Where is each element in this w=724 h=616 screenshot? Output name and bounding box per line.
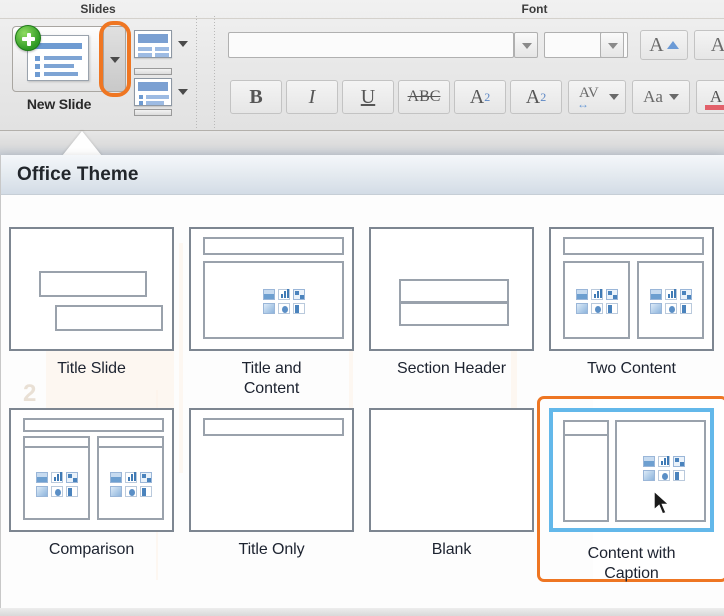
strikethrough-button[interactable]: ABC [398, 80, 450, 114]
layout-placeholder [23, 418, 164, 432]
new-slide-dropdown-button[interactable] [104, 26, 126, 92]
layout-label: Section Header [397, 360, 506, 377]
layout-thumbnail[interactable] [9, 227, 174, 351]
ribbon-toolbar: Slides Font New Slide A A B I U ABC A 2 … [0, 0, 724, 131]
layout-placeholder [203, 237, 344, 255]
gallery-header: Office Theme [1, 155, 724, 195]
layout-label: Title Slide [57, 360, 126, 377]
content-placeholder-icon [643, 456, 685, 482]
popup-pointer-arrow [62, 131, 102, 156]
mouse-pointer-icon [653, 490, 671, 515]
grow-font-label: A [649, 33, 664, 56]
ribbon-group-title-font: Font [521, 2, 548, 16]
layout-thumbnail[interactable] [369, 227, 534, 351]
triangle-up-icon [666, 41, 679, 49]
bold-button[interactable]: B [230, 80, 282, 114]
chevron-down-icon [609, 94, 619, 100]
content-placeholder-icon [263, 289, 305, 315]
new-slide-button[interactable] [12, 25, 104, 92]
shrink-font-button[interactable]: A [694, 30, 724, 60]
subscript-exponent: 2 [540, 89, 547, 104]
character-spacing-icon: AV ↔ [577, 85, 599, 111]
layout-thumbnail[interactable] [189, 408, 354, 532]
superscript-button[interactable]: A2 [454, 80, 506, 114]
theme-bottom-bar [134, 109, 172, 116]
italic-button[interactable]: I [286, 80, 338, 114]
layout-gallery-grid: 2 Title Slide Title and Content Section Hea… [1, 195, 724, 615]
font-color-label: A [709, 87, 723, 106]
gallery-header-title: Office Theme [17, 164, 139, 185]
layout-dropdown-button[interactable] [178, 41, 188, 47]
change-case-button[interactable]: Aa [632, 80, 690, 114]
underline-label: U [360, 85, 376, 108]
group-separator [214, 16, 215, 128]
grow-font-button[interactable]: A [640, 30, 688, 60]
ribbon-group-title-slides: Slides [80, 2, 116, 16]
layout-placeholder [399, 302, 509, 326]
background-bleed [179, 243, 183, 473]
chevron-down-icon [668, 94, 679, 100]
layout-thumbnail[interactable] [549, 408, 714, 532]
content-placeholder-icon [36, 472, 78, 498]
content-placeholder-icon [650, 289, 692, 315]
layout-placeholder [399, 279, 509, 303]
slide-theme-button[interactable] [134, 78, 172, 106]
character-spacing-button[interactable]: AV ↔ [568, 80, 626, 114]
layout-label: Comparison [48, 541, 135, 558]
superscript-exponent: 2 [484, 89, 491, 104]
plus-badge-icon [15, 25, 41, 51]
font-color-swatch [705, 105, 724, 110]
ghost-slide-number: 2 [23, 380, 37, 407]
layout-label: Title and Content [241, 360, 302, 397]
chevron-down-icon [110, 57, 120, 63]
window-bottom-edge [0, 608, 724, 616]
layout-placeholder [563, 237, 704, 255]
slide-layout-button[interactable] [134, 30, 172, 58]
content-placeholder-icon [110, 472, 152, 498]
content-placeholder-icon [576, 289, 618, 315]
underline-button[interactable]: U [342, 80, 394, 114]
theme-top-bar [134, 68, 172, 75]
font-color-button[interactable]: A [696, 80, 724, 114]
font-name-input[interactable] [228, 32, 514, 58]
ribbon-divider [0, 18, 724, 19]
subscript-button[interactable]: A2 [510, 80, 562, 114]
layout-label: Blank [431, 541, 472, 558]
layout-placeholder [39, 271, 147, 297]
italic-label: I [308, 85, 316, 108]
layout-label: Two Content [587, 360, 676, 377]
layout-thumbnail[interactable] [369, 408, 534, 532]
layout-label: Content with Caption [587, 545, 676, 582]
font-name-dropdown-button[interactable] [514, 32, 538, 58]
theme-dropdown-button[interactable] [178, 89, 188, 95]
subscript-label: A [525, 85, 541, 108]
bold-label: B [249, 85, 263, 108]
superscript-label: A [469, 85, 485, 108]
layout-label: Title Only [238, 541, 305, 558]
layout-thumbnail[interactable] [9, 408, 174, 532]
new-slide-label: New Slide [26, 96, 92, 112]
slide-layout-gallery-popup: Office Theme 2 Title Slide Title and Conte… [0, 155, 724, 616]
change-case-label: Aa [643, 87, 663, 106]
layout-placeholder [203, 418, 344, 436]
layout-thumbnail[interactable] [189, 227, 354, 351]
group-separator [196, 16, 197, 128]
shrink-font-label: A [710, 33, 724, 56]
font-size-dropdown-button[interactable] [600, 32, 624, 58]
strikethrough-label: ABC [407, 88, 441, 105]
layout-thumbnail[interactable] [549, 227, 714, 351]
layout-placeholder [55, 305, 163, 331]
